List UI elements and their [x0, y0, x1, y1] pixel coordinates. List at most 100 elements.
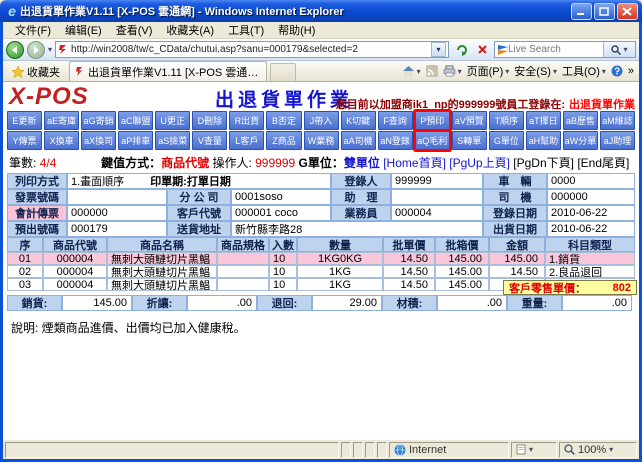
btn-ship[interactable]: R出貨	[229, 111, 264, 130]
search-options-caret[interactable]: ▾	[623, 45, 627, 54]
btn-preprint[interactable]: P預印	[415, 111, 450, 130]
table-row-2-code[interactable]: 000004	[43, 265, 107, 278]
tools-menu-button[interactable]: 工具(O) ▾	[562, 63, 606, 79]
btn-pick-date[interactable]: aT擇日	[526, 111, 561, 130]
btn-query[interactable]: F查詢	[378, 111, 413, 130]
home-caret[interactable]: ▾	[417, 67, 421, 76]
feeds-button[interactable]	[426, 65, 438, 77]
table-row-1-code[interactable]: 000004	[43, 252, 107, 265]
page-status-caret[interactable]: ▾	[529, 445, 533, 454]
refresh-button[interactable]	[452, 41, 470, 59]
tab-active[interactable]: 出退貨單作業V1.11 [X-POS 雲通網]	[69, 61, 267, 81]
btn-arrange-vehicle[interactable]: aP排車	[118, 131, 153, 150]
address-bar[interactable]: ▾	[55, 41, 449, 58]
btn-switch-key[interactable]: K切鍵	[341, 111, 376, 130]
table-row-3-code[interactable]: 000004	[43, 278, 107, 291]
favorites-center-button[interactable]: 收藏夹	[6, 62, 66, 81]
table-row-2-unit-price[interactable]: 14.50	[383, 265, 435, 278]
btn-login[interactable]: aN登錄	[378, 131, 413, 150]
table-row-2-account[interactable]: 2.良品退回	[545, 265, 635, 278]
register-date-field[interactable]: 2010-06-22	[547, 205, 635, 221]
btn-unit[interactable]: G單位	[489, 131, 524, 150]
btn-sales-history[interactable]: aB歷售	[563, 111, 598, 130]
menu-edit[interactable]: 编辑(E)	[59, 21, 108, 39]
table-row-2-name[interactable]: 無刺大頭鰱切片黑鯧	[107, 265, 217, 278]
menu-view[interactable]: 查看(V)	[110, 21, 159, 39]
table-row-3-name[interactable]: 無刺大頭鰱切片黑鯧	[107, 278, 217, 291]
table-row-1-qty[interactable]: 1KG0KG	[297, 252, 383, 265]
ship-date-field[interactable]: 2010-06-22	[547, 221, 635, 237]
menu-favorites[interactable]: 收藏夹(A)	[160, 21, 220, 39]
btn-refresh-record[interactable]: E更新	[7, 111, 42, 130]
search-go-button[interactable]: ▾	[603, 42, 635, 57]
title-bar[interactable]: e 出退貨單作業V1.11 [X-POS 雲通網] - Windows Inte…	[0, 0, 642, 22]
btn-void[interactable]: B否定	[266, 111, 301, 130]
table-row-1-seq[interactable]: 01	[7, 252, 43, 265]
btn-consign-warehouse[interactable]: aE寄庫	[44, 111, 79, 130]
address-input[interactable]	[71, 44, 428, 55]
page-menu-button[interactable]: 页面(P) ▾	[467, 63, 510, 79]
new-tab-stub[interactable]	[270, 63, 296, 81]
btn-split-order[interactable]: aW分單	[563, 131, 598, 150]
table-row-2-qty[interactable]: 1KG	[297, 265, 383, 278]
salesperson-field[interactable]: 000004	[391, 205, 483, 221]
btn-order-sequence[interactable]: T順序	[489, 111, 524, 130]
address-dropdown[interactable]: ▾	[431, 42, 446, 57]
help-button[interactable]	[611, 65, 623, 77]
table-row-1-spec[interactable]	[217, 252, 269, 265]
btn-picking[interactable]: aS撿菜	[155, 131, 190, 150]
search-input[interactable]	[508, 44, 603, 55]
table-row-1-name[interactable]: 無刺大頭鰱切片黑鯧	[107, 252, 217, 265]
table-row-2-box-price[interactable]: 145.00	[435, 265, 489, 278]
table-row-2-pack[interactable]: 10	[269, 265, 297, 278]
btn-transfer-order[interactable]: S轉單	[452, 131, 487, 150]
home-button[interactable]: ▾	[402, 65, 421, 77]
preout-number-field[interactable]: 000179	[67, 221, 167, 237]
menu-help[interactable]: 帮助(H)	[272, 21, 321, 39]
btn-preview[interactable]: aV預覽	[452, 111, 487, 130]
forward-button[interactable]	[27, 41, 45, 59]
safety-menu-button[interactable]: 安全(S) ▾	[514, 63, 557, 79]
table-row-2-spec[interactable]	[217, 265, 269, 278]
btn-consign-sale[interactable]: aG寄銷	[81, 111, 116, 130]
btn-log[interactable]: aM維誌	[600, 111, 635, 130]
stop-button[interactable]	[473, 41, 491, 59]
btn-alliance[interactable]: aC聯盟	[118, 111, 153, 130]
table-row-1-unit-price[interactable]: 14.50	[383, 252, 435, 265]
driver-field[interactable]: 000000	[547, 189, 635, 205]
btn-gross-profit[interactable]: aQ毛利	[415, 131, 450, 150]
delivery-address-field[interactable]: 新竹縣李路28	[231, 221, 483, 237]
menu-file[interactable]: 文件(F)	[9, 21, 57, 39]
btn-product[interactable]: Z商品	[266, 131, 301, 150]
protected-mode-cell[interactable]: ▾	[511, 442, 557, 458]
table-row-3-seq[interactable]: 03	[7, 278, 43, 291]
maximize-button[interactable]	[594, 3, 615, 20]
invoice-field[interactable]	[67, 189, 167, 205]
table-row-1-account[interactable]: 1.銷貨	[545, 252, 635, 265]
history-dropdown-icon[interactable]: ▾	[48, 45, 52, 54]
btn-correct[interactable]: U更正	[155, 111, 190, 130]
vehicle-field[interactable]: 0000	[547, 173, 635, 189]
minimize-button[interactable]	[571, 3, 592, 20]
print-caret[interactable]: ▾	[458, 67, 462, 76]
table-row-3-qty[interactable]: 1KG	[297, 278, 383, 291]
print-mode-field[interactable]: 1.畫面順序 印單期:打單日期	[67, 173, 331, 189]
btn-delete[interactable]: D刪除	[192, 111, 227, 130]
btn-voucher[interactable]: Y傳票	[7, 131, 42, 150]
zoom-cell[interactable]: 100% ▾	[559, 442, 637, 458]
table-row-3-unit-price[interactable]: 14.50	[383, 278, 435, 291]
more-commands-chevron[interactable]: »	[628, 65, 634, 77]
zoom-caret[interactable]: ▾	[609, 445, 613, 454]
table-row-3-box-price[interactable]: 145.00	[435, 278, 489, 291]
customer-code-field[interactable]: 000001 coco	[231, 205, 331, 221]
btn-check-quantity[interactable]: V查量	[192, 131, 227, 150]
btn-change-vehicle[interactable]: X換車	[44, 131, 79, 150]
table-row-3-pack[interactable]: 10	[269, 278, 297, 291]
assistant-field[interactable]	[391, 189, 483, 205]
voucher-field[interactable]: 000000	[67, 205, 167, 221]
table-row-2-amount[interactable]: 14.50	[489, 265, 545, 278]
btn-driver[interactable]: aA司機	[341, 131, 376, 150]
table-row-2-seq[interactable]: 02	[7, 265, 43, 278]
close-button[interactable]	[617, 3, 638, 20]
menu-tools[interactable]: 工具(T)	[222, 21, 270, 39]
